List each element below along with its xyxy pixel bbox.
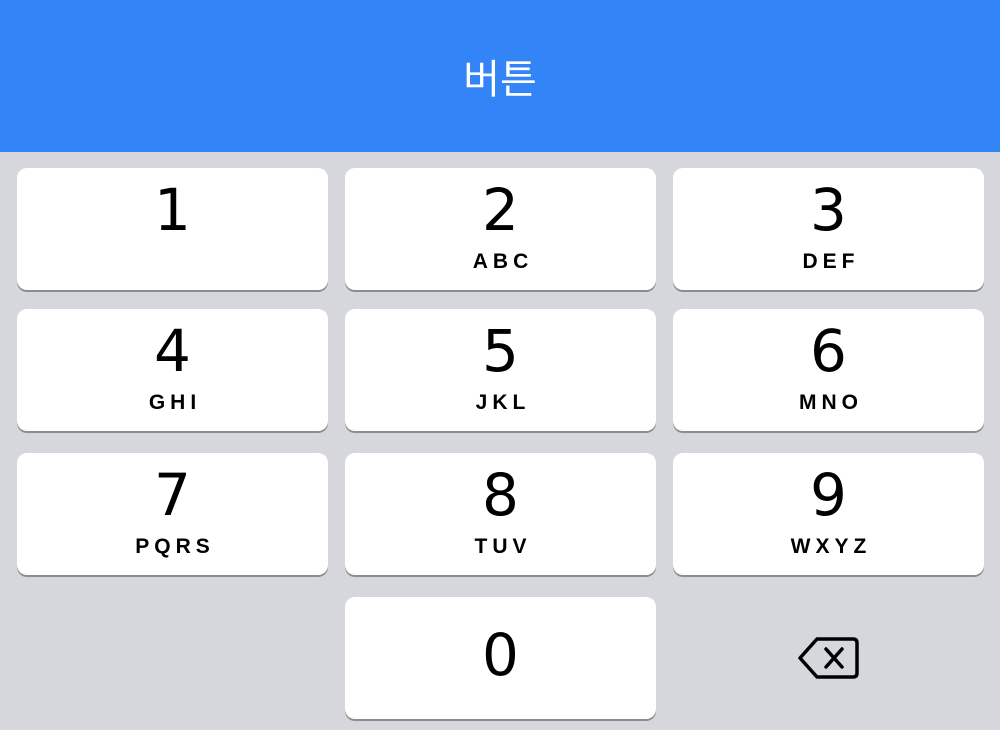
key-letters: MNO	[799, 391, 863, 414]
screen: 버튼 1 2 ABC 3 DEF 4 GHI 5 JKL 6 MNO 7 PQR…	[0, 0, 1000, 730]
key-letters: WXYZ	[790, 535, 872, 558]
key-letters: PQRS	[135, 535, 215, 558]
key-9[interactable]: 9 WXYZ	[673, 453, 984, 575]
key-3[interactable]: 3 DEF	[673, 168, 984, 290]
key-6[interactable]: 6 MNO	[673, 309, 984, 431]
key-digit: 2	[482, 176, 519, 244]
key-digit: 4	[154, 317, 191, 385]
key-7[interactable]: 7 PQRS	[17, 453, 328, 575]
key-letters: GHI	[148, 391, 202, 414]
key-2[interactable]: 2 ABC	[345, 168, 656, 290]
numeric-keypad: 1 2 ABC 3 DEF 4 GHI 5 JKL 6 MNO 7 PQRS 8…	[0, 152, 1000, 730]
key-digit: 6	[810, 317, 847, 385]
key-digit: 1	[154, 176, 191, 244]
key-digit: 3	[810, 176, 847, 244]
key-1[interactable]: 1	[17, 168, 328, 290]
key-letters: ABC	[472, 250, 534, 273]
backspace-button[interactable]	[673, 597, 984, 719]
key-digit: 9	[810, 461, 847, 529]
key-digit: 7	[154, 461, 191, 529]
key-4[interactable]: 4 GHI	[17, 309, 328, 431]
key-digit: 8	[482, 461, 519, 529]
key-8[interactable]: 8 TUV	[345, 453, 656, 575]
key-letters: DEF	[802, 250, 860, 273]
header-bar: 버튼	[0, 0, 1000, 152]
header-button[interactable]: 버튼	[439, 37, 561, 115]
key-0[interactable]: 0	[345, 597, 656, 719]
key-5[interactable]: 5 JKL	[345, 309, 656, 431]
key-digit: 5	[482, 317, 519, 385]
key-letters: TUV	[474, 535, 532, 558]
backspace-icon	[797, 637, 859, 679]
key-letters: JKL	[475, 391, 531, 414]
key-digit: 0	[482, 621, 519, 689]
